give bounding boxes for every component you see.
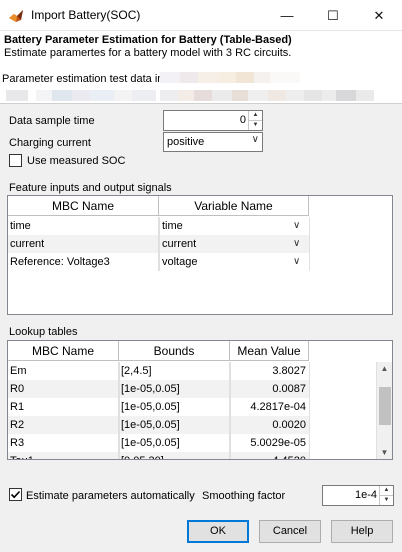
spinner-buttons[interactable]: ▲ ▼ <box>248 111 262 130</box>
lookup-table[interactable]: MBC Name Bounds Mean Value Em [2,4.5] 3.… <box>7 340 393 460</box>
data-sample-time-spinner[interactable]: 0 ▲ ▼ <box>163 110 263 131</box>
spin-up-icon[interactable]: ▲ <box>249 111 262 120</box>
feature-mbc-cell[interactable]: Reference: Voltage3 <box>10 253 159 271</box>
feature-variable-cell[interactable]: time <box>162 217 286 235</box>
scroll-down-icon[interactable]: ▼ <box>377 448 392 457</box>
data-sample-time-value[interactable]: 0 <box>240 114 246 126</box>
lookup-mean-cell[interactable]: 0.0087 <box>230 380 306 398</box>
smoothing-factor-value[interactable]: 1e-4 <box>355 489 377 501</box>
minimize-button[interactable]: — <box>264 0 310 31</box>
chevron-down-icon[interactable]: ∨ <box>293 238 300 249</box>
header-divider <box>0 103 402 104</box>
column-divider <box>119 362 120 459</box>
lookup-name-cell[interactable]: R1 <box>10 398 119 416</box>
lookup-name-cell[interactable]: Em <box>10 362 119 380</box>
spin-down-icon[interactable]: ▼ <box>380 495 393 504</box>
column-divider <box>230 362 231 459</box>
feature-variable-cell[interactable]: current <box>162 235 286 253</box>
smoothing-factor-label: Smoothing factor <box>202 490 286 502</box>
maximize-icon: ☐ <box>327 8 339 23</box>
lookup-bounds-cell[interactable]: [1e-05,0.05] <box>121 434 230 452</box>
lookup-mean-cell[interactable]: 0.0020 <box>230 416 306 434</box>
feature-variable-cell[interactable]: voltage <box>162 253 286 271</box>
maximize-button[interactable]: ☐ <box>310 0 356 31</box>
lookup-bounds-cell[interactable]: [1e-05,0.05] <box>121 398 230 416</box>
estimate-auto-checkbox[interactable] <box>9 488 22 501</box>
cancel-button[interactable]: Cancel <box>259 520 321 543</box>
features-table[interactable]: MBC Name Variable Name time time ∨ curre… <box>7 195 393 315</box>
dialog-description: Estimate paramertes for a battery model … <box>4 47 292 59</box>
feature-mbc-cell[interactable]: time <box>10 217 159 235</box>
lookup-name-cell[interactable]: R0 <box>10 380 119 398</box>
use-measured-soc-checkbox[interactable] <box>9 154 22 167</box>
column-divider <box>309 362 310 459</box>
lookup-mean-cell[interactable]: 5.0029e-05 <box>230 434 306 452</box>
close-button[interactable]: ✕ <box>356 0 402 31</box>
checkmark-icon <box>10 490 21 499</box>
column-divider <box>159 217 160 271</box>
lookup-bounds-cell[interactable]: [1e-05,0.05] <box>121 416 230 434</box>
spinner-buttons[interactable]: ▲ ▼ <box>379 486 393 505</box>
dialog-heading: Battery Parameter Estimation for Battery… <box>4 34 292 46</box>
features-col-variable-name[interactable]: Variable Name <box>159 196 309 216</box>
lookup-mean-cell[interactable]: 4.2817e-04 <box>230 398 306 416</box>
column-divider <box>309 217 310 271</box>
lookup-mean-cell[interactable]: 4.4520 <box>230 452 306 459</box>
features-col-mbc-name[interactable]: MBC Name <box>8 196 159 216</box>
help-button[interactable]: Help <box>331 520 393 543</box>
window-title: Import Battery(SOC) <box>31 8 141 22</box>
lookup-mean-cell[interactable]: 3.8027 <box>230 362 306 380</box>
scroll-up-icon[interactable]: ▲ <box>377 364 392 373</box>
lookup-bounds-cell[interactable]: [1e-05,0.05] <box>121 380 230 398</box>
feature-mbc-cell[interactable]: current <box>10 235 159 253</box>
redacted-test-data-path <box>0 70 402 103</box>
charging-current-value: positive <box>167 136 205 148</box>
use-measured-soc-label: Use measured SOC <box>27 155 126 167</box>
chevron-down-icon[interactable]: ∨ <box>293 220 300 231</box>
lookup-vertical-scrollbar[interactable]: ▲ ▼ <box>376 362 392 459</box>
chevron-down-icon[interactable]: ∨ <box>293 256 300 267</box>
lookup-col-mean-value[interactable]: Mean Value <box>230 341 309 361</box>
lookup-col-mbc-name[interactable]: MBC Name <box>8 341 119 361</box>
charging-current-label: Charging current <box>9 137 91 149</box>
lookup-bounds-cell[interactable]: [2,4.5] <box>121 362 230 380</box>
charging-current-dropdown[interactable]: positive ∨ <box>163 132 263 152</box>
lookup-section-label: Lookup tables <box>9 326 78 338</box>
smoothing-factor-spinner[interactable]: 1e-4 ▲ ▼ <box>322 485 394 506</box>
spin-down-icon[interactable]: ▼ <box>249 120 262 129</box>
ok-button[interactable]: OK <box>187 520 249 543</box>
estimate-auto-label: Estimate parameters automatically <box>26 490 195 502</box>
matlab-app-icon <box>8 8 24 24</box>
lookup-name-cell[interactable]: R3 <box>10 434 119 452</box>
chevron-down-icon[interactable]: ∨ <box>252 134 259 145</box>
data-sample-time-label: Data sample time <box>9 115 95 127</box>
lookup-col-bounds[interactable]: Bounds <box>119 341 230 361</box>
scroll-thumb[interactable] <box>379 387 391 425</box>
lookup-bounds-cell[interactable]: [0.05,30] <box>121 452 230 459</box>
close-icon: ✕ <box>373 8 385 23</box>
lookup-name-cell[interactable]: R2 <box>10 416 119 434</box>
lookup-name-cell[interactable]: Tau1 <box>10 452 119 459</box>
spin-up-icon[interactable]: ▲ <box>380 486 393 495</box>
minimize-icon: — <box>280 8 294 23</box>
features-section-label: Feature inputs and output signals <box>9 182 172 194</box>
